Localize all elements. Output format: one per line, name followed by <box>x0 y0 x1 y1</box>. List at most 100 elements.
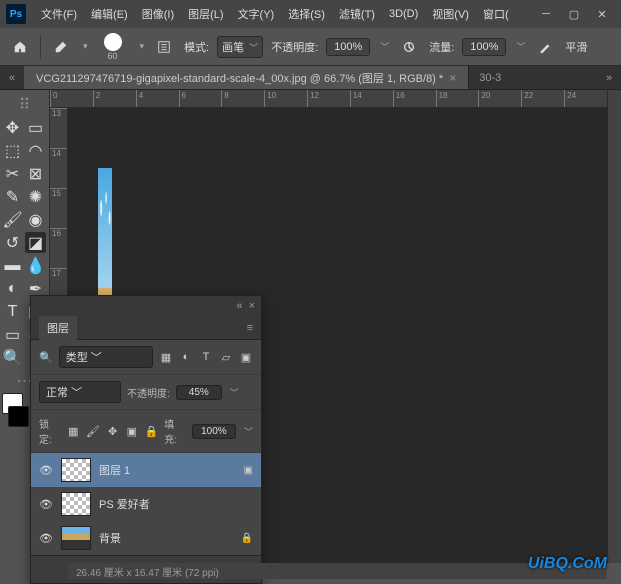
zoom-tool[interactable]: 🔍 <box>2 347 23 368</box>
right-panel-collapsed[interactable] <box>607 90 621 563</box>
maximize-button[interactable]: ▢ <box>561 4 587 24</box>
layer-row[interactable]: 👁 背景 🔒 <box>31 521 261 555</box>
toolbox-handle[interactable]: ⠿ <box>2 94 47 115</box>
lock-pixels-icon[interactable]: 🖌 <box>86 424 100 438</box>
layer-row[interactable]: 👁 图层 1 ▣ <box>31 453 261 487</box>
menu-layer[interactable]: 图层(L) <box>181 6 230 22</box>
brush-size-label: 60 <box>96 51 130 61</box>
lock-icon: 🔒 <box>241 533 253 544</box>
opacity-label: 不透明度: <box>127 385 170 400</box>
lock-all-icon[interactable]: 🔒 <box>145 424 159 438</box>
filter-shape-icon[interactable]: ▱ <box>219 350 233 364</box>
layer-name[interactable]: 背景 <box>99 530 233 546</box>
clone-tool[interactable]: ◉ <box>25 209 46 230</box>
lasso-tool[interactable]: ◠ <box>25 140 46 161</box>
chevron-down-icon[interactable]: ﹀ <box>516 40 525 53</box>
flow-label: 流量: <box>429 39 454 55</box>
history-brush-tool[interactable]: ↺ <box>2 232 23 253</box>
watermark: UiBQ.CoM <box>528 555 607 573</box>
chevron-down-icon[interactable]: ▾ <box>140 41 145 52</box>
spot-heal-tool[interactable]: ✺ <box>25 186 46 207</box>
menu-file[interactable]: 文件(F) <box>34 6 84 22</box>
layer-row[interactable]: 👁 PS 爱好者 <box>31 487 261 521</box>
artboard-tool[interactable]: ▭ <box>25 117 46 138</box>
lock-position-icon[interactable]: ✥ <box>106 424 119 438</box>
chevron-down-icon[interactable]: ﹀ <box>244 425 253 438</box>
blur-tool[interactable]: 💧 <box>25 255 46 276</box>
menu-type[interactable]: 文字(Y) <box>231 6 282 22</box>
chevron-down-icon[interactable]: ﹀ <box>380 40 389 53</box>
chevron-down-icon[interactable]: ﹀ <box>230 386 239 399</box>
close-tab-icon[interactable]: × <box>449 71 456 85</box>
marquee-tool[interactable]: ⬚ <box>2 140 23 161</box>
ruler-horizontal[interactable]: 024681012141618202224 <box>50 90 607 108</box>
home-icon[interactable] <box>8 35 32 59</box>
menu-filter[interactable]: 滤镜(T) <box>332 6 382 22</box>
lock-transparent-icon[interactable]: ▦ <box>67 424 80 438</box>
filter-smart-icon[interactable]: ▣ <box>239 350 253 364</box>
visibility-icon[interactable]: 👁 <box>39 498 53 511</box>
layer-thumbnail[interactable] <box>61 492 91 516</box>
brush-panel-icon[interactable] <box>152 35 176 59</box>
tab-scroll-left[interactable]: « <box>0 66 24 89</box>
search-icon[interactable]: 🔍 <box>39 351 53 364</box>
menu-3d[interactable]: 3D(D) <box>382 8 425 20</box>
panel-close-icon[interactable]: × <box>249 300 255 312</box>
pressure-opacity-icon[interactable] <box>397 35 421 59</box>
filter-adjust-icon[interactable]: ◐ <box>179 350 193 364</box>
type-tool[interactable]: T <box>2 301 23 322</box>
frame-tool[interactable]: ⊠ <box>25 163 46 184</box>
options-bar: ▾ 60 ▾ 模式: 画笔 ﹀ 不透明度: 100%﹀ 流量: 100%﹀ 平滑 <box>0 28 621 66</box>
minimize-button[interactable]: ─ <box>533 4 559 24</box>
airbrush-icon[interactable] <box>533 35 557 59</box>
brush-preview[interactable]: 60 <box>96 33 130 61</box>
layers-tab[interactable]: 图层 <box>39 316 77 340</box>
move-tool[interactable]: ✥ <box>2 117 23 138</box>
blend-mode-select[interactable]: 正常 ﹀ <box>39 381 121 403</box>
layer-thumbnail[interactable] <box>61 458 91 482</box>
eyedropper-tool[interactable]: ✎ <box>2 186 23 207</box>
tab-overflow-label[interactable]: 30-3 <box>469 66 511 89</box>
fill-input[interactable]: 100% <box>192 424 236 439</box>
dodge-tool[interactable]: ◐ <box>2 278 23 299</box>
menu-window[interactable]: 窗口( <box>476 6 516 22</box>
filter-type-select[interactable]: 类型 ﹀ <box>59 346 153 368</box>
layer-badge-icon: ▣ <box>244 465 253 476</box>
chevron-down-icon[interactable]: ▾ <box>83 41 88 52</box>
filter-type-icon[interactable]: T <box>199 350 213 364</box>
filter-pixel-icon[interactable]: ▦ <box>159 350 173 364</box>
layers-panel: « × 图层 ≡ 🔍 类型 ﹀ ▦ ◐ T ▱ ▣ 正常 ﹀ 不透明度: 45%… <box>30 295 262 584</box>
visibility-icon[interactable]: 👁 <box>39 464 53 477</box>
color-swatch-bg[interactable] <box>8 406 29 427</box>
mode-select[interactable]: 画笔 ﹀ <box>217 36 263 58</box>
document-tab[interactable]: VCG211297476719-gigapixel-standard-scale… <box>24 66 469 89</box>
lock-label: 锁定: <box>39 416 61 446</box>
layer-name[interactable]: PS 爱好者 <box>99 496 253 512</box>
status-bar: 26.46 厘米 x 16.47 厘米 (72 ppi) <box>68 563 607 579</box>
eraser-tool-icon[interactable] <box>49 35 73 59</box>
shape-tool[interactable]: ▭ <box>2 324 23 345</box>
visibility-icon[interactable]: 👁 <box>39 532 53 545</box>
crop-tool[interactable]: ✂ <box>2 163 23 184</box>
layer-opacity-input[interactable]: 45% <box>176 385 222 400</box>
app-logo: Ps <box>6 4 26 24</box>
eraser-tool[interactable]: ◪ <box>25 232 46 253</box>
layer-name[interactable]: 图层 1 <box>99 462 236 478</box>
document-tab-bar: « VCG211297476719-gigapixel-standard-sca… <box>0 66 621 90</box>
opacity-input[interactable]: 100% <box>326 38 370 56</box>
layer-thumbnail[interactable] <box>61 526 91 550</box>
close-button[interactable]: ✕ <box>589 4 615 24</box>
menu-image[interactable]: 图像(I) <box>135 6 181 22</box>
menu-view[interactable]: 视图(V) <box>425 6 476 22</box>
lock-artboard-icon[interactable]: ▣ <box>125 424 138 438</box>
panel-menu-icon[interactable]: ≡ <box>247 322 253 334</box>
menu-select[interactable]: 选择(S) <box>281 6 332 22</box>
document-title: VCG211297476719-gigapixel-standard-scale… <box>36 70 443 86</box>
panel-collapse-icon[interactable]: « <box>236 300 242 312</box>
menu-edit[interactable]: 编辑(E) <box>84 6 135 22</box>
flow-input[interactable]: 100% <box>462 38 506 56</box>
brush-tool[interactable]: 🖌 <box>2 209 23 230</box>
tab-scroll-right[interactable]: » <box>597 66 621 89</box>
mode-label: 模式: <box>184 39 209 55</box>
gradient-tool[interactable]: ▬ <box>2 255 23 276</box>
